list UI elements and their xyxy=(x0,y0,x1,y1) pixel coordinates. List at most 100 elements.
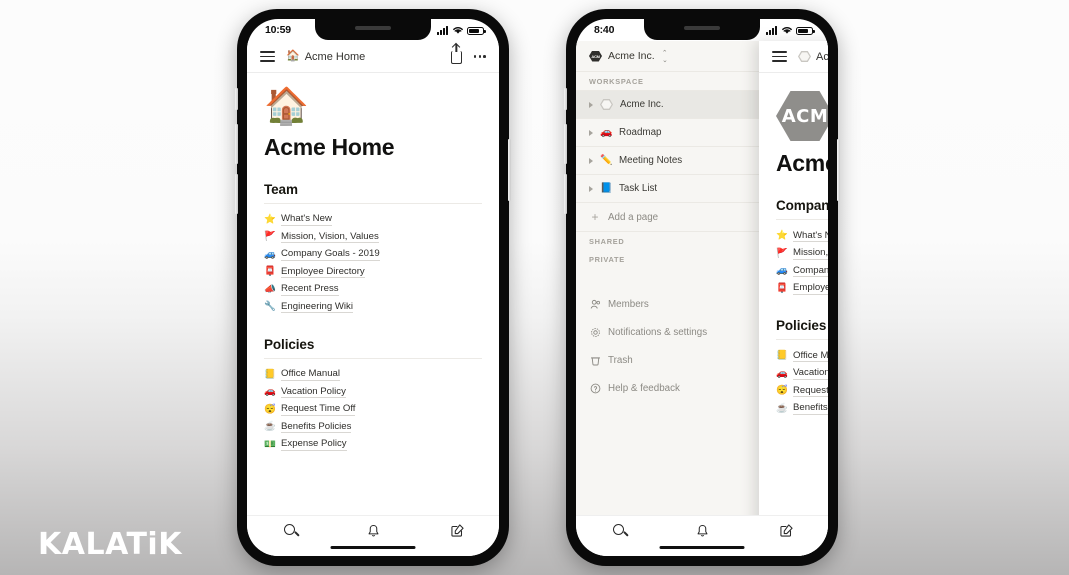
list-item-emoji-icon: 📮 xyxy=(264,266,276,278)
phone-screen-right: 8:40 ACM Acme Inc. ⌃ ⌃ WORKSPACE Acme In… xyxy=(576,19,828,556)
sidebar-item-label: Help & feedback xyxy=(608,382,680,394)
header-breadcrumb[interactable]: 🏠 Acme Home xyxy=(286,51,365,63)
cellular-bars-icon xyxy=(766,26,777,35)
list-item-label: Request Time Off xyxy=(793,385,828,397)
more-options-icon[interactable] xyxy=(473,55,486,58)
mute-switch[interactable] xyxy=(235,88,238,110)
phone-screen-left: 10:59 🏠 Acme Home � xyxy=(247,19,499,556)
mute-switch[interactable] xyxy=(564,88,567,110)
list-item-emoji-icon: ⭐ xyxy=(264,213,276,225)
list-item[interactable]: 😴 Request Time Off xyxy=(776,382,828,400)
list-item-emoji-icon: 🚙 xyxy=(776,265,788,276)
cellular-bars-icon xyxy=(437,26,448,35)
phone-mockup-left: 10:59 🏠 Acme Home � xyxy=(235,9,511,566)
members-icon xyxy=(589,298,601,310)
bell-icon xyxy=(368,525,378,537)
acme-hex-logo-icon: ACM xyxy=(589,50,602,62)
search-nav-button[interactable] xyxy=(597,524,639,535)
list-item-emoji-icon: 😴 xyxy=(776,385,788,396)
list-item-emoji-icon: 📮 xyxy=(776,282,788,294)
volume-down-button[interactable] xyxy=(564,174,567,214)
chevron-right-icon[interactable] xyxy=(589,129,593,136)
list-item[interactable]: 🚩 Mission, Vision, Values xyxy=(264,228,482,246)
hamburger-menu-icon[interactable] xyxy=(260,51,275,62)
home-indicator[interactable] xyxy=(659,545,745,549)
gear-icon xyxy=(589,326,601,338)
list-item[interactable]: ☕ Benefits Policies xyxy=(264,418,482,436)
list-item[interactable]: 💵 Expense Policy xyxy=(264,436,482,454)
list-item[interactable]: 📒 Office Manual xyxy=(776,347,828,365)
list-item[interactable]: 😴 Request Time Off xyxy=(264,401,482,419)
link-list-policies: 📒 Office Manual 🚗 Vacation Policy 😴 Request… xyxy=(776,347,828,417)
new-page-nav-button[interactable] xyxy=(765,524,807,537)
page-content-left: 🏠 Acme Home Team ⭐ What's New 🚩 Mission, V… xyxy=(247,73,499,515)
list-item-label: Company Goals - 2019 xyxy=(281,248,380,261)
page-content-right: ACM Acme Inc. Company ⭐ What's New 🚩 Missi… xyxy=(759,73,828,417)
hamburger-menu-icon[interactable] xyxy=(772,51,787,62)
list-item[interactable]: 🚙 Company Goals - 2019 xyxy=(264,246,482,264)
wifi-icon xyxy=(452,27,463,34)
share-icon[interactable] xyxy=(450,51,462,64)
sidebar-item-label: Meeting Notes xyxy=(619,155,683,166)
list-item[interactable]: ⭐ What's New xyxy=(264,211,482,229)
list-item-label: Mission, Vision, Values xyxy=(281,230,379,244)
list-item[interactable]: 📒 Office Manual xyxy=(264,366,482,384)
brand-watermark: KALATiK xyxy=(38,527,182,562)
list-item[interactable]: 📣 Recent Press xyxy=(264,281,482,299)
volume-up-button[interactable] xyxy=(564,124,567,164)
list-item-emoji-icon: ⭐ xyxy=(776,230,788,241)
list-item-label: Benefits Policies xyxy=(793,402,828,415)
home-indicator[interactable] xyxy=(330,545,416,549)
page-cover-emoji: 🏠 xyxy=(264,85,309,126)
list-item[interactable]: 📮 Employee Directory xyxy=(264,263,482,281)
chevron-right-icon[interactable] xyxy=(589,101,593,108)
wifi-icon xyxy=(781,27,792,34)
list-item[interactable]: 🚩 Mission, Vision, Values xyxy=(776,245,828,263)
list-item[interactable]: 🚗 Vacation Policy xyxy=(264,383,482,401)
page-title: Acme Home xyxy=(264,133,395,160)
list-item-label: Engineering Wiki xyxy=(281,300,353,314)
sidebar-item-label: Roadmap xyxy=(619,127,662,138)
list-item-label: What's New xyxy=(281,213,332,226)
acme-hex-outline-icon xyxy=(798,51,811,62)
status-bar: 10:59 xyxy=(247,19,499,41)
workspace-name: Acme Inc. xyxy=(608,50,655,62)
search-icon xyxy=(612,524,624,535)
volume-up-button[interactable] xyxy=(235,124,238,164)
chevron-right-icon[interactable] xyxy=(589,157,593,164)
list-item[interactable]: ⭐ What's New xyxy=(776,227,828,245)
new-page-nav-button[interactable] xyxy=(436,524,478,537)
status-time: 10:59 xyxy=(265,24,291,36)
search-nav-button[interactable] xyxy=(268,524,310,535)
status-time: 8:40 xyxy=(594,24,615,36)
notifications-nav-button[interactable] xyxy=(352,524,394,538)
chevron-right-icon[interactable] xyxy=(589,185,593,192)
list-item-emoji-icon: ☕ xyxy=(776,402,788,414)
list-item[interactable]: 📮 Employee Directory xyxy=(776,280,828,298)
list-item-emoji-icon: 🚗 xyxy=(776,367,788,379)
list-item[interactable]: ☕ Benefits Policies xyxy=(776,400,828,418)
search-icon xyxy=(283,524,295,535)
volume-down-button[interactable] xyxy=(235,174,238,214)
list-item-emoji-icon: 😴 xyxy=(264,403,276,415)
compose-icon xyxy=(450,524,464,537)
acme-hex-outline-icon xyxy=(600,99,613,110)
link-list-company: ⭐ What's New 🚩 Mission, Vision, Values 🚙 Co… xyxy=(776,227,828,297)
list-item[interactable]: 🔧 Engineering Wiki xyxy=(264,298,482,316)
list-item-emoji-icon: 🚩 xyxy=(776,247,788,259)
help-icon xyxy=(589,382,601,394)
list-item-emoji-icon: 💵 xyxy=(264,438,276,450)
list-item[interactable]: 🚗 Vacation Policy xyxy=(776,365,828,383)
list-item-label: Company Goals - 2019 xyxy=(793,265,828,277)
section-heading-company: Company xyxy=(776,198,828,220)
section-heading-team: Team xyxy=(264,182,482,204)
sidebar-item-emoji-icon: 🚗 xyxy=(600,126,613,138)
power-button[interactable] xyxy=(508,139,511,201)
list-item-label: What's New xyxy=(793,230,828,242)
notifications-nav-button[interactable] xyxy=(681,524,723,538)
power-button[interactable] xyxy=(837,139,840,201)
header-breadcrumb[interactable]: Acme Inc. xyxy=(798,51,828,63)
list-item[interactable]: 🚙 Company Goals - 2019 xyxy=(776,262,828,280)
sidebar-item-emoji-icon: 📘 xyxy=(600,182,613,194)
sliding-page-panel: Acme Inc. ACM Acme Inc. Company ⭐ What's … xyxy=(759,41,828,556)
